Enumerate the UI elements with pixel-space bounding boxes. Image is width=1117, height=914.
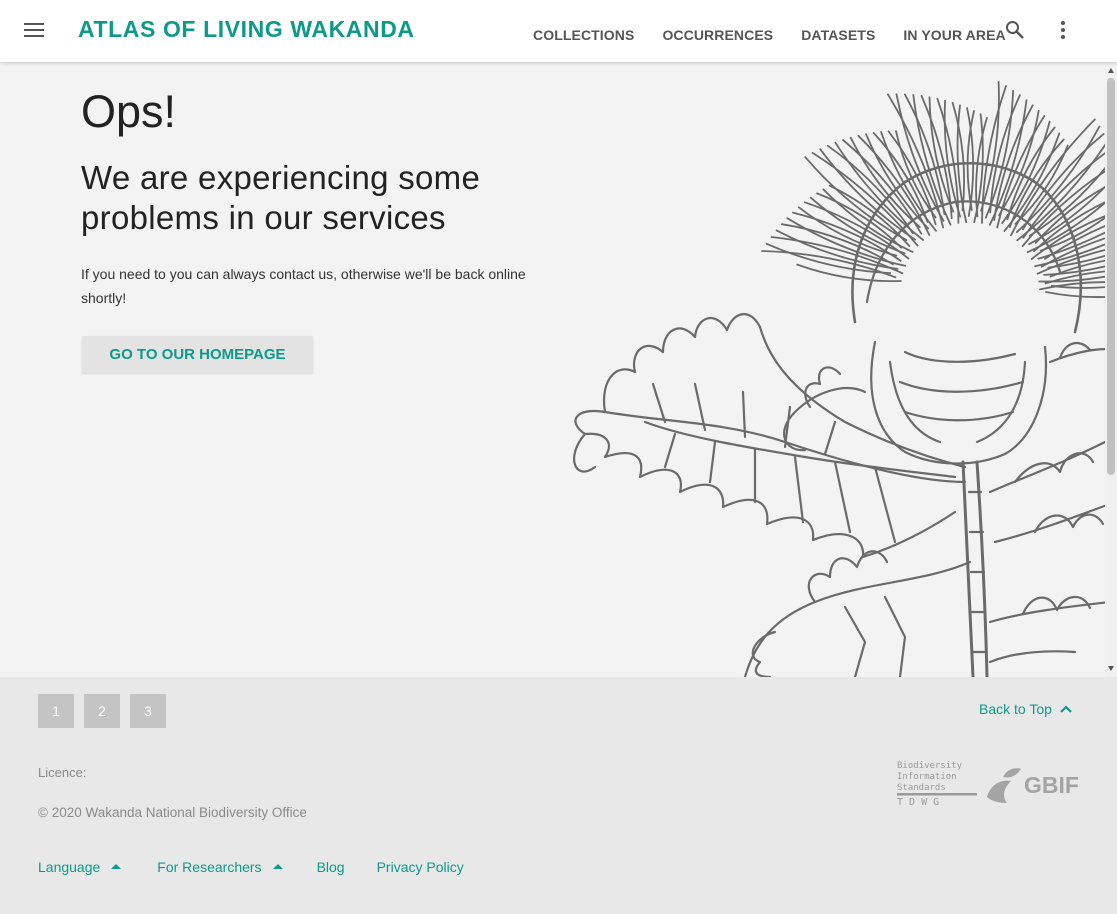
language-menu[interactable]: Language (38, 859, 123, 875)
copyright-text: © 2020 Wakanda National Biodiversity Off… (38, 805, 307, 820)
page-button-1[interactable]: 1 (38, 694, 74, 728)
tdwg-logo: Biodiversity Information Standards T D W… (897, 761, 977, 807)
main-nav: COLLECTIONS OCCURRENCES DATASETS IN YOUR… (519, 0, 1020, 62)
error-page: Ops! We are experiencing some problems i… (0, 62, 1105, 677)
scroll-down-arrow-icon[interactable] (1108, 666, 1114, 671)
gbif-text: GBIF (1024, 772, 1079, 798)
nav-in-your-area[interactable]: IN YOUR AREA (889, 27, 1019, 43)
partner-logos: Biodiversity Information Standards T D W… (897, 761, 1079, 807)
language-label: Language (38, 859, 101, 875)
scroll-up-arrow-icon[interactable] (1108, 68, 1114, 73)
tdwg-line-2: Information (897, 772, 957, 782)
footer-links: Language For Researchers Blog Privacy Po… (38, 859, 464, 875)
back-to-top-link[interactable]: Back to Top (979, 701, 1074, 717)
gbif-logo: GBIF (987, 768, 1079, 803)
vertical-scrollbar[interactable] (1105, 62, 1117, 677)
page-button-2[interactable]: 2 (84, 694, 120, 728)
menu-icon[interactable] (22, 19, 46, 41)
blog-link[interactable]: Blog (317, 859, 345, 875)
nav-collections[interactable]: COLLECTIONS (519, 27, 648, 43)
tdwg-line-3: Standards (897, 783, 946, 793)
back-to-top-label: Back to Top (979, 701, 1052, 717)
privacy-policy-link[interactable]: Privacy Policy (377, 859, 464, 875)
for-researchers-menu[interactable]: For Researchers (157, 859, 284, 875)
for-researchers-label: For Researchers (157, 859, 262, 875)
error-message: If you need to you can always contact us… (81, 266, 526, 306)
more-vert-icon[interactable] (1051, 18, 1075, 42)
error-title: Ops! (81, 86, 177, 137)
tdwg-line-4: T D W G (897, 797, 939, 807)
licence-label: Licence: (38, 765, 87, 780)
arrow-drop-up-icon (111, 864, 122, 869)
site-title-link[interactable]: ATLAS OF LIVING WAKANDA (78, 16, 415, 43)
tdwg-line-1: Biodiversity (897, 761, 963, 771)
thistle-illustration (573, 81, 1105, 677)
arrow-drop-up-icon (272, 864, 283, 869)
error-subtitle: We are experiencing some problems in our… (81, 159, 481, 236)
search-icon[interactable] (1003, 18, 1027, 42)
footer: 1 2 3 Back to Top Licence: © 2020 Wakand… (0, 677, 1117, 914)
go-home-button[interactable]: GO TO OUR HOMEPAGE (82, 336, 313, 373)
page-button-3[interactable]: 3 (130, 694, 166, 728)
top-app-bar: ATLAS OF LIVING WAKANDA COLLECTIONS OCCU… (0, 0, 1117, 62)
scrollbar-thumb[interactable] (1107, 78, 1115, 475)
chevron-up-icon (1060, 705, 1072, 713)
nav-occurrences[interactable]: OCCURRENCES (648, 27, 787, 43)
nav-datasets[interactable]: DATASETS (787, 27, 889, 43)
